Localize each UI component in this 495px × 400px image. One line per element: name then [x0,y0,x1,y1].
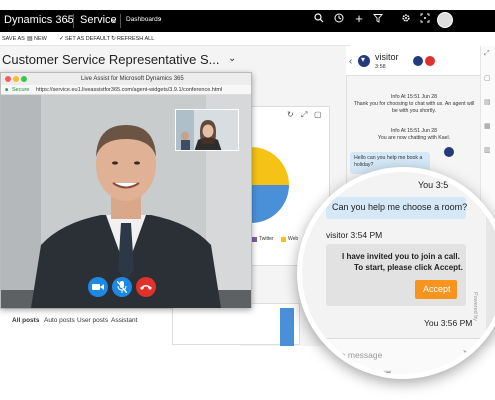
nav-divider [73,14,74,28]
bar-chart-panel [172,303,300,346]
window-titlebar[interactable]: Live Assist for Microsoft Dynamics 365 [1,73,251,85]
rail-icon-list[interactable]: ▤ [484,98,491,106]
search-icon[interactable] [312,13,326,29]
refresh-icon: ↻ [111,36,117,42]
legend-swatch-web [281,237,286,242]
chat-header: ‹ ▾ visitor 3:58 [346,46,480,76]
expand-icon[interactable]: ⤢ [301,110,307,120]
send-icon[interactable]: ➤ [462,348,470,359]
lock-icon: ■ [5,87,9,93]
page-title: Customer Service Representative S... [2,52,220,67]
self-view-thumbnail[interactable] [175,109,239,151]
mute-button[interactable] [112,277,132,297]
tab-user-posts[interactable]: User posts [77,317,108,324]
nav-divider [120,14,121,28]
refresh-icon[interactable]: ↻ [287,110,294,119]
magnified-chat-view: You 3:5 Can you help me choose a room? v… [297,167,495,379]
area-name[interactable]: Dashboards [126,16,161,23]
system-message-text: Info At 15:51 Jun 28 Thank you for choos… [353,94,475,115]
save-as-button[interactable]: SAVE AS [2,36,25,42]
accept-label: Accept [423,284,451,294]
module-chevron-icon[interactable]: ⌄ [110,14,118,25]
system-message-text: Info At 15:51 Jun 28 You are now chattin… [377,128,451,142]
title-chevron-icon[interactable]: ⌄ [228,53,236,64]
live-assist-window: Live Assist for Microsoft Dynamics 365 ■… [0,72,252,308]
rail-icon-expand[interactable]: ⤢ [484,50,490,58]
message-input[interactable]: Type a message [320,350,382,360]
legend-swatch-twitter [252,237,257,242]
new-icon: ▤ [27,36,33,42]
legend-label-web: Web [288,236,299,242]
rail-icon-chart[interactable]: ▦ [484,122,491,130]
self-view-video [176,110,238,150]
powered-by-label: Powered by [472,292,478,322]
rail-icon-grid[interactable]: ▥ [484,146,491,154]
more-icon[interactable]: ▢ [314,110,322,119]
tab-assistant[interactable]: Assistant [111,317,137,324]
invite-line-1: I have invited you to join a call. [342,252,460,261]
user-message-bubble: Can you help me choose a room? [326,197,468,219]
assist-icon[interactable] [418,13,432,29]
recent-icon[interactable] [332,13,346,29]
back-icon[interactable]: ‹ [349,56,352,67]
set-as-default-button[interactable]: SET AS DEFAULT [65,36,110,42]
hang-up-button[interactable] [136,277,156,297]
new-button[interactable]: NEW [34,36,47,42]
bar-chart-bar [280,308,294,346]
tab-auto-posts[interactable]: Auto posts [44,317,75,324]
tab-all-posts[interactable]: All posts [12,317,39,324]
add-icon[interactable]: + [352,11,366,27]
filter-icon[interactable] [371,13,385,29]
checkmark-icon: ✓ [59,36,65,42]
system-message: Info At 15:51 Jun 28 You are now chattin… [352,128,476,142]
rail-icon-doc[interactable]: ▢ [484,74,491,82]
invite-line-2: To start, please click Accept. [354,263,463,272]
accept-call-button[interactable]: Accept [415,280,457,299]
visitor-timestamp: visitor 3:54 PM [326,230,383,240]
user-message-text: Can you help me choose a room? [332,202,468,212]
phone-hangup-icon [140,285,152,290]
system-message: Info At 15:51 Jun 28 Thank you for choos… [352,94,476,115]
refresh-all-button[interactable]: REFRESH ALL [117,36,154,42]
minimize-window-icon[interactable] [13,76,19,82]
visitor-name: visitor [375,52,399,62]
microphone-muted-icon [117,281,127,293]
close-window-icon[interactable] [5,76,11,82]
url-text[interactable]: https://service.eu1.liveassistfor365.com… [36,87,222,93]
visitor-time: 3:58 [375,64,386,70]
top-nav-bar: Dynamics 365 ⌄ Service ⌄ Dashboards › + [0,10,495,32]
pie-slice-web[interactable] [251,185,289,223]
visitor-avatar: ▾ [358,55,370,67]
chat-transfer-button[interactable] [425,56,435,66]
pie-slice-twitter[interactable] [251,147,289,185]
video-feed [1,95,251,308]
you-timestamp: You 3:56 PM [424,318,473,328]
attach-icon[interactable]: ▣ [384,369,392,374]
command-bar: SAVE AS ▤ NEW ✓ SET AS DEFAULT ↻ REFRESH… [0,32,350,46]
legend-label-twitter: Twitter [259,236,274,242]
visitor-avatar-icon: ▾ [361,55,366,64]
call-invite-card: I have invited you to join a call. To st… [326,244,466,306]
user-avatar[interactable] [437,12,453,28]
maximize-window-icon[interactable] [21,76,27,82]
settings-icon[interactable] [399,13,413,29]
magnifier-edge-shade [486,172,495,374]
area-chevron-icon[interactable]: › [159,14,162,23]
app-chevron-icon[interactable]: ⌄ [64,14,72,25]
chat-action-button[interactable] [413,56,423,66]
chat-side-dot[interactable] [444,147,454,157]
secure-label: Secure [12,87,30,93]
magnified-top-time: You 3:5 [418,180,449,190]
camera-button[interactable] [88,277,108,297]
url-bar[interactable]: ■ Secure https://service.eu1.liveassistf… [1,85,251,95]
camera-icon [92,284,104,290]
chat-bubble-text: Hello can you help me book a holiday? [354,155,423,168]
window-title: Live Assist for Microsoft Dynamics 365 [81,76,184,82]
